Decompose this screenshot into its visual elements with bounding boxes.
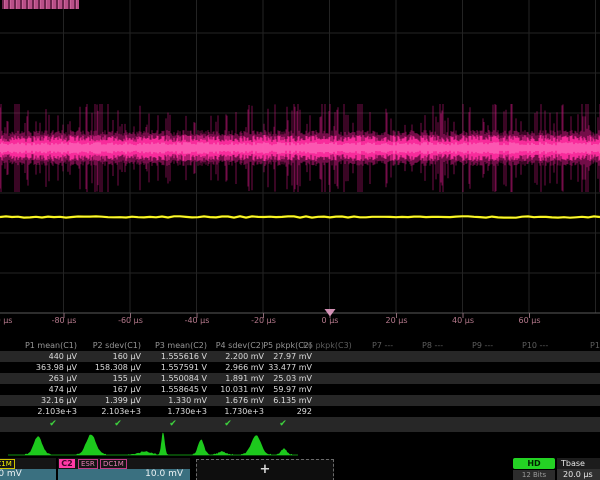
measure-cell: 32.16 µV (5, 395, 77, 406)
status-check-icon: ✔ (112, 417, 124, 431)
time-axis-label: -40 µs (185, 315, 210, 327)
param-header-p6[interactable]: P6 pkpk(C3) (303, 340, 352, 351)
measure-cell: 59.97 mV (240, 384, 312, 395)
timebase-descriptor[interactable]: Tbase 20.0 µs (557, 458, 600, 480)
measure-row-min: 263 µV 155 µV 1.550084 V 1.891 mV 25.03 … (0, 373, 600, 384)
oscilloscope-screen: -100 µs -80 µs -60 µs -40 µs -20 µs 0 µs 20 µs… (0, 0, 600, 480)
histicon (241, 435, 271, 455)
param-header-p7[interactable]: P7 --- (372, 340, 393, 351)
measure-row-status: ✔ ✔ ✔ ✔ ✔ (0, 417, 600, 432)
measure-cell: 160 µV (69, 351, 141, 362)
measure-row-max: 474 µV 167 µV 1.558645 V 10.031 mV 59.97… (0, 384, 600, 395)
time-axis-label: 20 µs (386, 315, 408, 327)
measure-row-mean: 363.98 µV 158.308 µV 1.557591 V 2.966 mV… (0, 362, 600, 373)
channel-descriptor-c2[interactable]: C2 ESR DC1M 10.0 mV (58, 458, 190, 480)
measure-cell: 292 (240, 406, 312, 417)
histicon (276, 448, 292, 455)
measure-row-sdev: 32.16 µV 1.399 µV 1.330 mV 1.676 mV 6.13… (0, 395, 600, 406)
measure-cell: 2.103e+3 (69, 406, 141, 417)
time-axis-label: -80 µs (52, 315, 77, 327)
time-axis-label: 0 µs (322, 315, 339, 327)
time-axis-label: 40 µs (452, 315, 474, 327)
measure-cell: 263 µV (5, 373, 77, 384)
param-header-p2[interactable]: P2 sdev(C1) (69, 340, 141, 351)
param-header-p5[interactable]: P5 pkpk(C2) (240, 340, 312, 351)
time-axis-label: -60 µs (118, 315, 143, 327)
measure-row-num: 2.103e+3 2.103e+3 1.730e+3 1.730e+3 292 (0, 406, 600, 417)
measure-table: P1 mean(C1) P2 sdev(C1) P3 mean(C2) P4 s… (0, 340, 600, 432)
histicon (76, 435, 106, 455)
measure-cell: 33.477 mV (240, 362, 312, 373)
measure-cell: 474 µV (5, 384, 77, 395)
timebase-value: 20.0 µs (557, 469, 600, 480)
c2-scale-value: 10.0 mV (145, 469, 183, 480)
timebase-title: Tbase (557, 458, 600, 469)
time-axis-label: -100 µs (0, 315, 12, 327)
plot-area[interactable] (0, 0, 600, 332)
status-check-icon: ✔ (47, 417, 59, 431)
measure-cell: 440 µV (5, 351, 77, 362)
c2-channel-badge: C2 (59, 459, 75, 468)
histicon (25, 436, 51, 455)
c1-coupling-badge: DC1M (0, 459, 15, 469)
c1-scale-value: 10.0 mV (0, 469, 22, 480)
measure-cell: 167 µV (69, 384, 141, 395)
measure-cell: 363.98 µV (5, 362, 77, 373)
param-header-p8[interactable]: P8 --- (422, 340, 443, 351)
status-check-icon: ✔ (222, 417, 234, 431)
param-header-p1[interactable]: P1 mean(C1) (5, 340, 77, 351)
measure-cell: 25.03 mV (240, 373, 312, 384)
plus-icon: + (260, 462, 271, 477)
time-axis-label: -20 µs (251, 315, 276, 327)
c2-esr-badge: ESR (78, 459, 98, 469)
bit-resolution-label: 12 Bits (513, 470, 555, 480)
histicon (158, 433, 168, 455)
measure-cell: 2.103e+3 (5, 406, 77, 417)
hd-mode-badge[interactable]: HD (513, 458, 555, 469)
channel-descriptor-c1[interactable]: DC1M 10.0 mV (0, 458, 56, 480)
histicon (128, 451, 162, 455)
param-header-p10[interactable]: P10 --- (522, 340, 548, 351)
param-header-p11[interactable]: P11 (590, 340, 600, 351)
measure-cell: 1.399 µV (69, 395, 141, 406)
top-left-cropped-label (2, 0, 79, 9)
measure-row-value: 440 µV 160 µV 1.555616 V 2.200 mV 27.97 … (0, 351, 600, 362)
histicon-strip (0, 432, 600, 458)
histicon (192, 440, 210, 455)
status-check-icon: ✔ (277, 417, 289, 431)
c2-coupling-badge: DC1M (100, 459, 127, 469)
measure-cell: 158.308 µV (69, 362, 141, 373)
status-check-icon: ✔ (167, 417, 179, 431)
add-trace-button[interactable]: + (196, 459, 334, 480)
measure-header-row: P1 mean(C1) P2 sdev(C1) P3 mean(C2) P4 s… (0, 340, 600, 351)
param-header-p9[interactable]: P9 --- (472, 340, 493, 351)
time-axis-label: 60 µs (519, 315, 541, 327)
time-axis-strip: -100 µs -80 µs -60 µs -40 µs -20 µs 0 µs 20 µs… (0, 315, 600, 327)
histicon (211, 451, 233, 455)
measure-cell: 27.97 mV (240, 351, 312, 362)
measure-cell: 155 µV (69, 373, 141, 384)
measure-cell: 6.135 mV (240, 395, 312, 406)
